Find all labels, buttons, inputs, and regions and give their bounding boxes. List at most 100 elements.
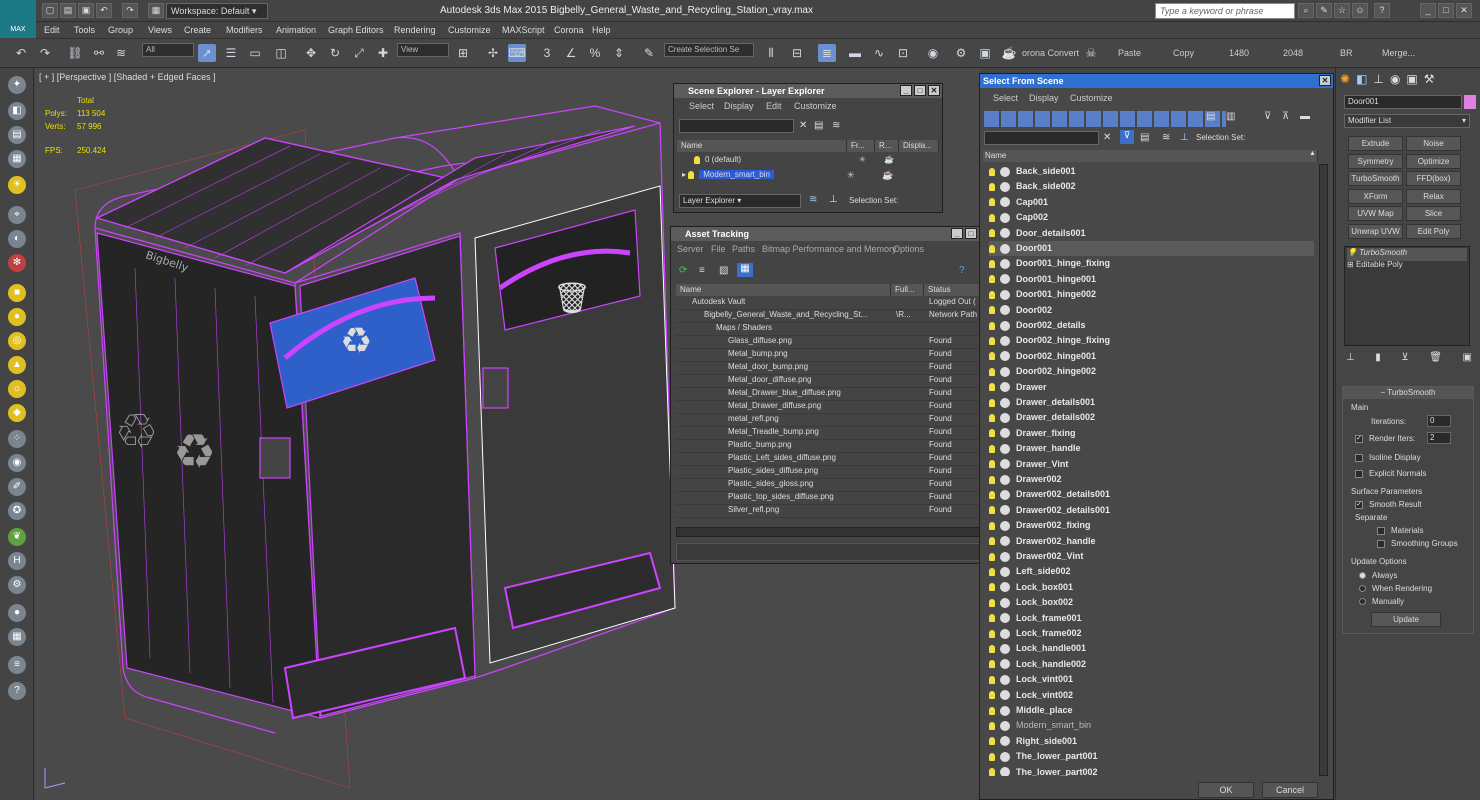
object-row[interactable]: Drawer_details001 — [989, 395, 1314, 410]
window-crossing-icon[interactable]: ◫ — [272, 44, 290, 62]
bulb-icon[interactable] — [989, 552, 995, 561]
undo-icon[interactable]: ↶ — [96, 3, 112, 18]
modifier-button[interactable]: Relax — [1406, 188, 1461, 204]
object-row[interactable]: Back_side001 — [989, 164, 1314, 179]
new-file-icon[interactable]: ▢ — [42, 3, 58, 18]
object-row[interactable]: Door002 — [989, 303, 1314, 318]
modifier-button[interactable]: Edit Poly — [1406, 223, 1461, 239]
box-icon[interactable]: ■ — [8, 284, 26, 302]
at-col-name[interactable]: Name — [676, 284, 891, 296]
object-row[interactable]: Lock_vint002 — [989, 688, 1314, 703]
layers-icon[interactable]: ≋ — [1162, 132, 1170, 143]
tools-icon[interactable]: ✎ — [1316, 3, 1332, 18]
always-radio[interactable] — [1359, 572, 1366, 580]
object-row[interactable]: Drawer002_fixing — [989, 518, 1314, 533]
bulb-icon[interactable] — [989, 491, 995, 500]
object-row[interactable]: Door002_hinge002 — [989, 364, 1314, 379]
find-case-icon[interactable]: ⊽ — [1120, 130, 1134, 144]
bulb-icon[interactable] — [989, 167, 995, 176]
show-end-icon[interactable]: ▮ — [1375, 352, 1381, 363]
binoculars-icon[interactable]: ⌕ — [1298, 3, 1314, 18]
rotate-icon[interactable]: ↻ — [326, 44, 344, 62]
save-icon[interactable]: ▣ — [78, 3, 94, 18]
grid-icon[interactable]: ▦ — [8, 628, 26, 646]
motion-icon[interactable]: ▦ — [8, 150, 26, 168]
layer-row-modern-smart-bin[interactable]: ▸ Modern_smart_bin — [682, 170, 852, 183]
refresh-icon[interactable]: ⟳ — [679, 265, 687, 276]
script-icon[interactable]: ≡ — [8, 656, 26, 674]
asset-row[interactable]: Bigbelly_General_Waste_and_Recycling_St.… — [676, 310, 981, 323]
display-none-icon[interactable]: ▥ — [1226, 111, 1235, 122]
bulb-icon[interactable] — [989, 414, 995, 423]
menu-corona[interactable]: Corona — [554, 25, 584, 35]
clear-search-icon[interactable]: ✕ — [1103, 132, 1111, 143]
corona-convert-label[interactable]: orona Convert — [1022, 48, 1079, 58]
help-icon[interactable]: ? — [1374, 3, 1390, 18]
hierarchy-icon[interactable]: ⊥ — [829, 194, 838, 205]
hf-icon[interactable]: H — [8, 552, 26, 570]
maximize-icon[interactable]: □ — [914, 85, 926, 96]
at-menu-file[interactable]: File — [711, 244, 726, 254]
workspace-dropdown[interactable]: Workspace: Default ▾ — [166, 3, 268, 19]
asset-row[interactable]: metal_refl.png Found — [676, 414, 981, 427]
render-teapot-icon[interactable]: ☕ — [882, 170, 893, 181]
se-col-display[interactable]: Displa... — [899, 140, 939, 152]
update-button[interactable]: Update — [1371, 612, 1441, 627]
render-teapot-icon[interactable]: ☕ — [1000, 44, 1018, 62]
bulb-icon[interactable] — [989, 583, 995, 592]
table-view-icon[interactable]: ▦ — [737, 263, 753, 277]
teapot-icon[interactable]: ◆ — [8, 404, 26, 422]
pivot-icon[interactable]: ⊞ — [454, 44, 472, 62]
smoothing-groups-row[interactable]: Smoothing Groups — [1377, 539, 1458, 548]
render-iters-row[interactable]: ✓ Render Iters: — [1355, 434, 1415, 443]
sfs-menu-display[interactable]: Display — [1029, 93, 1059, 103]
at-menu-server[interactable]: Server — [677, 244, 704, 254]
configure-sets-icon[interactable]: ▣ — [1463, 352, 1472, 363]
explorer-type-dropdown[interactable]: Layer Explorer ▾ — [679, 194, 801, 208]
place-icon[interactable]: ✚ — [374, 44, 392, 62]
object-row[interactable]: Drawer_details002 — [989, 410, 1314, 425]
layer-manager-icon[interactable]: ≣ — [818, 44, 836, 62]
filter-icon[interactable]: ▤ — [814, 120, 823, 131]
stack-item-editable-poly[interactable]: ⊞ Editable Poly — [1347, 260, 1467, 273]
bulb-icon[interactable] — [989, 691, 995, 700]
object-row[interactable]: Lock_box002 — [989, 595, 1314, 610]
particle-icon[interactable]: ✻ — [8, 254, 26, 272]
object-row[interactable]: Cap002 — [989, 210, 1314, 225]
mirror-icon[interactable]: ⫴ — [762, 44, 780, 62]
rect-selection-icon[interactable]: ▭ — [246, 44, 264, 62]
at-col-full[interactable]: Full... — [891, 284, 924, 296]
render-iters-checkbox[interactable]: ✓ — [1355, 434, 1363, 443]
bulb-icon[interactable] — [989, 706, 995, 715]
copy-button[interactable]: Copy — [1173, 48, 1194, 58]
layer-row-default[interactable]: 0 (default) ✳ ☕ — [694, 155, 934, 168]
object-row[interactable]: Door001_hinge_fixing — [989, 256, 1314, 271]
object-row[interactable]: Door001_hinge001 — [989, 272, 1314, 287]
menu-rendering[interactable]: Rendering — [394, 25, 436, 35]
plane-icon[interactable]: ▲ — [8, 356, 26, 374]
bulb-icon[interactable] — [989, 521, 995, 530]
modifier-button[interactable]: FFD(box) — [1406, 171, 1461, 186]
asset-row[interactable]: Metal_door_diffuse.png Found — [676, 375, 981, 388]
sun-icon[interactable]: ☼ — [8, 380, 26, 398]
bulb-icon[interactable] — [694, 155, 700, 164]
iterations-spinner[interactable]: 0 — [1427, 415, 1451, 427]
smooth-result-checkbox[interactable]: ✓ — [1355, 500, 1363, 509]
menu-edit[interactable]: Edit — [44, 25, 60, 35]
object-row[interactable]: Lock_box001 — [989, 580, 1314, 595]
curve-editor-icon[interactable]: ∿ — [870, 44, 888, 62]
dots-icon[interactable]: ⁘ — [8, 430, 26, 448]
bulb-icon[interactable] — [989, 321, 995, 330]
close-icon[interactable]: ✕ — [1456, 3, 1472, 18]
create-tab-icon[interactable]: ✺ — [1340, 72, 1350, 90]
se-col-freeze[interactable]: Fr... — [847, 140, 875, 152]
percent-snap-icon[interactable]: % — [586, 44, 604, 62]
bulb-icon[interactable] — [989, 183, 995, 192]
rollout-title[interactable]: − TurboSmooth — [1343, 387, 1473, 399]
asset-row[interactable]: Metal_Treadle_bump.png Found — [676, 427, 981, 440]
se-menu-select[interactable]: Select — [689, 101, 714, 111]
always-row[interactable]: Always — [1359, 571, 1397, 580]
isoline-checkbox[interactable] — [1355, 453, 1363, 462]
select-object-icon[interactable]: ➚ — [198, 44, 216, 62]
redo-icon[interactable]: ↷ — [36, 44, 54, 62]
